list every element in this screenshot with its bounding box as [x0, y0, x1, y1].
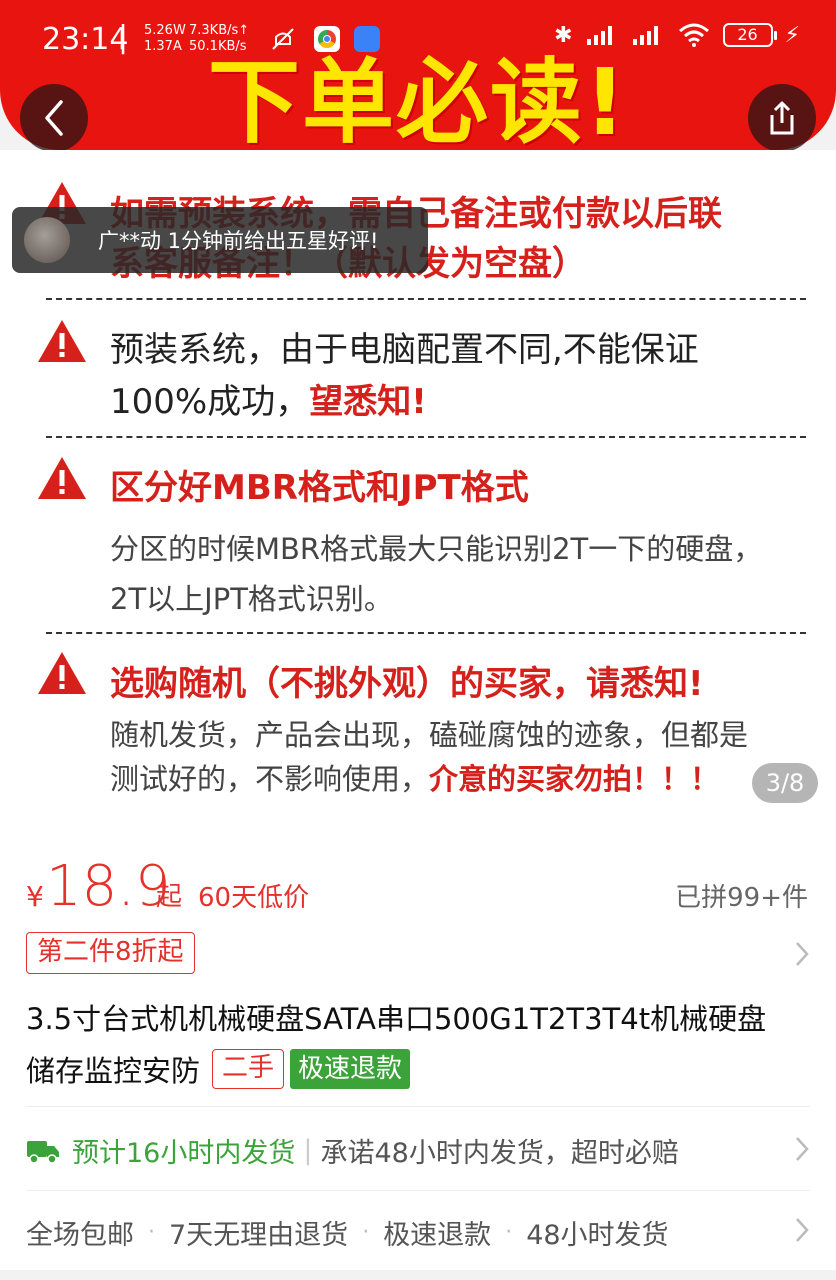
- divider: [46, 436, 806, 438]
- notice-2-line-1: 预装系统，由于电脑配置不同,不能保证: [110, 330, 699, 370]
- service-7day-return: 7天无理由退货: [169, 1220, 349, 1251]
- wifi-icon: [678, 23, 709, 47]
- warning-icon: [38, 652, 86, 694]
- price-suffix: 起: [156, 882, 183, 912]
- sold-count: 已拼99+件: [675, 883, 808, 913]
- low-price-tag: 60天低价: [198, 883, 310, 913]
- status-bar: 23:14 | 5.26W 1.37A 7.3KB/s↑ 50.1KB/s ✱ …: [0, 0, 836, 80]
- coupon-badge[interactable]: 第二件8折起: [26, 932, 195, 974]
- share-button[interactable]: [748, 84, 816, 152]
- divider: [26, 1190, 810, 1191]
- notice-4-line-2: 测试好的，不影响使用，介意的买家勿拍！！！: [110, 762, 720, 796]
- chevron-right-icon[interactable]: [794, 1135, 810, 1163]
- share-icon: [770, 101, 794, 135]
- status-time: 23:14: [42, 22, 129, 57]
- service-fast-refund: 极速退款: [383, 1220, 492, 1251]
- used-tag: 二手: [212, 1049, 285, 1089]
- notice-4-heading: 选购随机（不挑外观）的买家，请悉知!: [110, 664, 704, 704]
- shipping-estimate: 预计16小时内发货: [72, 1138, 296, 1169]
- bluetooth-icon: ✱: [554, 22, 573, 48]
- chrome-app-icon: [314, 26, 340, 52]
- warning-icon: [38, 320, 86, 362]
- divider: [46, 632, 806, 634]
- notice-2-line-2: 100%成功，望悉知!: [110, 382, 427, 422]
- chevron-left-icon: [45, 100, 63, 136]
- status-network-speed: 7.3KB/s↑ 50.1KB/s: [189, 23, 250, 54]
- charging-icon: ⚡: [784, 22, 800, 48]
- shipping-promise: 承诺48小时内发货，超时必赔: [320, 1138, 679, 1169]
- price-value: 18.9: [46, 854, 171, 919]
- signal-icon-2: [632, 26, 658, 45]
- avatar: [24, 217, 70, 263]
- back-button[interactable]: [20, 84, 88, 152]
- mute-icon: [272, 28, 294, 50]
- divider: [26, 1106, 810, 1107]
- notice-3-line-1: 分区的时候MBR格式最大只能识别2T一下的硬盘，: [110, 532, 763, 566]
- divider: [46, 298, 806, 300]
- shipping-row[interactable]: 预计16小时内发货 | 承诺48小时内发货，超时必赔: [26, 1131, 679, 1170]
- notice-3-heading: 区分好MBR格式和JPT格式: [110, 468, 529, 508]
- signal-icon: [586, 26, 612, 45]
- notice-4-line-1: 随机发货，产品会出现，磕碰腐蚀的迹象，但都是: [110, 718, 749, 752]
- image-page-indicator: 3/8: [752, 763, 818, 803]
- product-title-line-2: 储存监控安防 二手 极速退款: [26, 1048, 411, 1090]
- toast-text: 广**动 1分钟前给出五星好评!: [98, 229, 379, 253]
- price-currency: ¥: [26, 880, 44, 913]
- chevron-right-icon[interactable]: [794, 1216, 810, 1244]
- battery-icon: 26: [722, 23, 777, 47]
- warning-icon: [38, 457, 86, 499]
- chevron-right-icon[interactable]: [794, 940, 810, 968]
- status-right-icons: ✱ 26 ⚡: [554, 22, 800, 48]
- app-notification-icon: [354, 26, 380, 52]
- service-48h-shipping: 48小时发货: [526, 1220, 669, 1251]
- notice-3-line-2: 2T以上JPT格式识别。: [110, 582, 393, 616]
- product-title-line-1: 3.5寸台式机机械硬盘SATA串口500G1T2T3T4t机械硬盘: [26, 1002, 767, 1036]
- service-free-shipping: 全场包邮: [26, 1220, 134, 1251]
- status-power: 5.26W 1.37A: [144, 23, 186, 54]
- fast-refund-tag: 极速退款: [290, 1049, 411, 1089]
- truck-icon: [27, 1140, 59, 1164]
- review-toast: 广**动 1分钟前给出五星好评!: [12, 207, 428, 273]
- status-separator: |: [118, 20, 129, 55]
- service-guarantees-row[interactable]: 全场包邮 · 7天无理由退货 · 极速退款 · 48小时发货: [26, 1213, 669, 1252]
